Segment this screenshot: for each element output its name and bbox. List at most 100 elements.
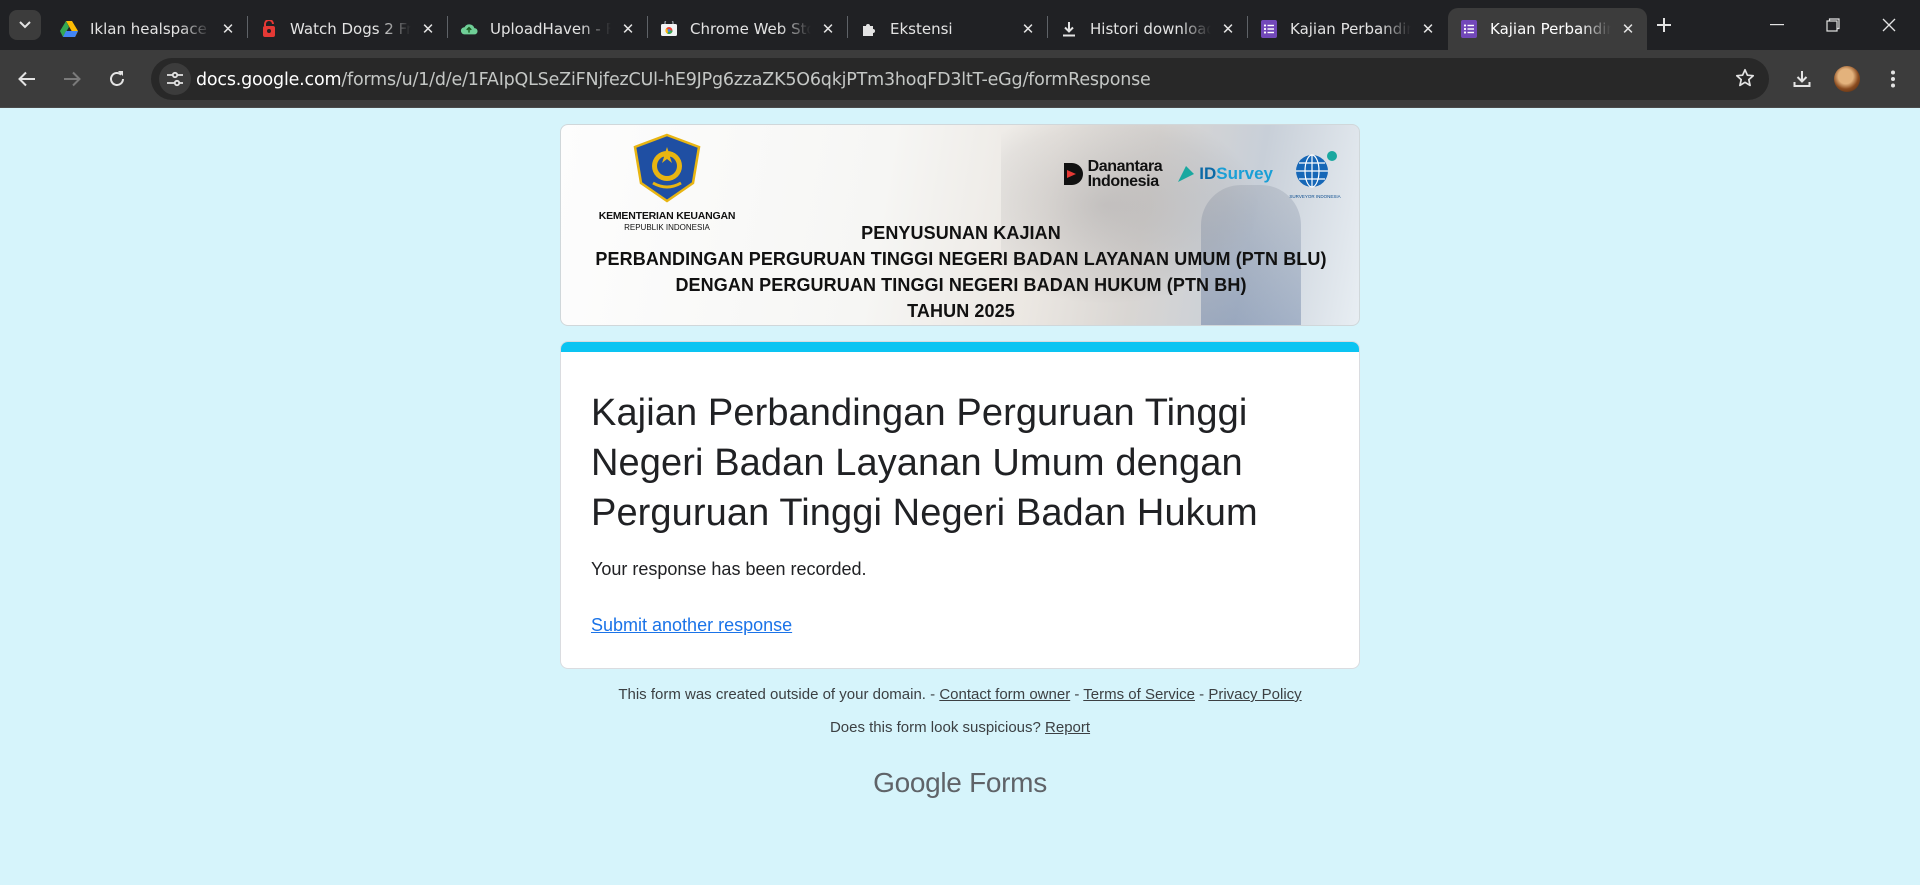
close-window-button[interactable] [1866, 0, 1912, 50]
uploadhaven-icon [460, 20, 478, 38]
tab-7[interactable]: Kajian Perbandin ✕ [1248, 8, 1447, 50]
close-icon[interactable]: ✕ [1019, 20, 1037, 38]
back-button[interactable] [10, 62, 44, 96]
chevron-down-icon [19, 21, 31, 29]
surveyor-indonesia-logo: SURVEYOR INDONESIA [1287, 149, 1343, 199]
restore-icon [1826, 18, 1840, 32]
confirmation-message: Your response has been recorded. [591, 559, 867, 579]
close-icon[interactable]: ✕ [419, 20, 437, 38]
download-icon [1793, 71, 1811, 87]
minimize-button[interactable] [1754, 0, 1800, 50]
download-icon [1060, 20, 1078, 38]
address-bar[interactable]: docs.google.com/forms/u/1/d/e/1FAIpQLSeZ… [151, 58, 1769, 100]
surveyor-caption: SURVEYOR INDONESIA [1289, 194, 1341, 199]
submit-another-link[interactable]: Submit another response [591, 615, 792, 636]
close-icon[interactable]: ✕ [819, 20, 837, 38]
profile-avatar[interactable] [1834, 66, 1860, 92]
google-wordmark: Google [873, 767, 962, 798]
footer-separator: - [1194, 686, 1209, 703]
report-link[interactable]: Report [1045, 719, 1090, 736]
tab-strip: Iklan healspace - ✕ Watch Dogs 2 Fr ✕ Up… [0, 0, 1920, 50]
tab-title: Kajian Perbandin [1490, 20, 1611, 38]
form-footer: This form was created outside of your do… [560, 686, 1360, 736]
banner-title-line: DENGAN PERGURUAN TINGGI NEGERI BADAN HUK… [675, 275, 1247, 295]
watch-dogs-icon [260, 20, 278, 38]
tab-5[interactable]: Ekstensi ✕ [848, 8, 1047, 50]
restore-button[interactable] [1810, 0, 1856, 50]
site-info-button[interactable] [159, 63, 191, 95]
danantara-line1: Danantara [1087, 158, 1163, 175]
banner-title: PENYUSUNAN KAJIAN PERBANDINGAN PERGURUAN… [561, 220, 1359, 324]
tab-title: Kajian Perbandin [1290, 20, 1411, 38]
partner-logos: Danantara Indonesia IDSurvey SURVEYOR IND… [1062, 149, 1343, 199]
danantara-line2: Indonesia [1087, 173, 1159, 190]
form-title: Kajian Perbandingan Perguruan Tinggi Neg… [591, 392, 1258, 534]
google-forms-icon [1460, 20, 1478, 38]
tab-title: Iklan healspace - [90, 20, 211, 38]
tune-icon [167, 71, 183, 87]
url-text[interactable]: docs.google.com/forms/u/1/d/e/1FAIpQLSeZ… [196, 70, 1151, 90]
close-icon[interactable]: ✕ [1219, 20, 1237, 38]
danantara-mark-icon [1063, 163, 1083, 185]
tab-search-button[interactable] [9, 10, 41, 40]
tab-4[interactable]: Chrome Web Sto ✕ [648, 8, 847, 50]
domain-note: This form was created outside of your do… [618, 686, 940, 703]
browser-toolbar: docs.google.com/forms/u/1/d/e/1FAIpQLSeZ… [0, 50, 1920, 108]
idsurvey-id: ID [1199, 164, 1217, 183]
danantara-logo: Danantara Indonesia [1062, 158, 1163, 190]
tab-8-active[interactable]: Kajian Perbandin ✕ [1448, 8, 1647, 50]
privacy-link[interactable]: Privacy Policy [1208, 686, 1301, 703]
arrow-right-icon [64, 71, 81, 87]
tab-title: Ekstensi [890, 20, 953, 38]
kemenkeu-emblem-icon [633, 133, 701, 203]
response-card: Kajian Perbandingan Perguruan Tinggi Neg… [560, 341, 1360, 669]
close-icon[interactable]: ✕ [1619, 20, 1637, 38]
google-forms-icon [1260, 20, 1278, 38]
new-tab-button[interactable] [1650, 11, 1678, 39]
bookmark-button[interactable] [1735, 68, 1755, 93]
globe-icon [1296, 151, 1337, 188]
more-vertical-icon [1891, 70, 1895, 88]
plus-icon [1657, 18, 1671, 32]
tab-3[interactable]: UploadHaven - F ✕ [448, 8, 647, 50]
google-drive-icon [60, 20, 78, 38]
reload-icon [110, 71, 124, 86]
chrome-web-store-icon [660, 20, 678, 38]
tab-title: UploadHaven - F [490, 20, 611, 38]
idsurvey-logo: IDSurvey [1176, 164, 1273, 184]
minimize-icon [1770, 24, 1784, 26]
suspicious-question: Does this form look suspicious? [829, 719, 1046, 736]
footer-line-2: Does this form look suspicious? Report [560, 719, 1360, 736]
arrow-left-icon [18, 71, 35, 87]
tab-2[interactable]: Watch Dogs 2 Fr ✕ [248, 8, 447, 50]
kemenkeu-logo: KEMENTERIAN KEUANGAN REPUBLIK INDONESIA [597, 133, 737, 232]
close-icon[interactable]: ✕ [1419, 20, 1437, 38]
idsurvey-mark-icon [1178, 166, 1195, 182]
contact-owner-link[interactable]: Contact form owner [939, 686, 1070, 703]
reload-button[interactable] [100, 62, 134, 96]
url-path: /forms/u/1/d/e/1FAIpQLSeZiFNjfezCUl-hE9J… [341, 70, 1151, 90]
close-icon [1882, 18, 1896, 32]
footer-separator: - [1070, 686, 1084, 703]
google-forms-logo[interactable]: Google Forms [560, 767, 1360, 799]
card-accent-bar [561, 342, 1359, 352]
downloads-button[interactable] [1785, 62, 1819, 96]
footer-line-1: This form was created outside of your do… [560, 686, 1360, 703]
url-host: docs.google.com [196, 70, 342, 90]
forward-button[interactable] [55, 62, 89, 96]
close-icon[interactable]: ✕ [619, 20, 637, 38]
forms-wordmark: Forms [961, 767, 1047, 798]
form-header-banner: KEMENTERIAN KEUANGAN REPUBLIK INDONESIA … [560, 124, 1360, 326]
tab-title: Histori download [1090, 20, 1211, 38]
browser-menu-button[interactable] [1876, 62, 1910, 96]
tab-title: Chrome Web Sto [690, 20, 811, 38]
tab-title: Watch Dogs 2 Fr [290, 20, 411, 38]
idsurvey-survey: Survey [1216, 164, 1273, 183]
tab-1[interactable]: Iklan healspace - ✕ [48, 8, 247, 50]
star-icon [1735, 68, 1755, 87]
banner-title-line: PENYUSUNAN KAJIAN [861, 223, 1061, 243]
close-icon[interactable]: ✕ [219, 20, 237, 38]
terms-link[interactable]: Terms of Service [1083, 686, 1195, 703]
tab-6[interactable]: Histori download ✕ [1048, 8, 1247, 50]
banner-title-line: PERBANDINGAN PERGURUAN TINGGI NEGERI BAD… [595, 249, 1327, 269]
